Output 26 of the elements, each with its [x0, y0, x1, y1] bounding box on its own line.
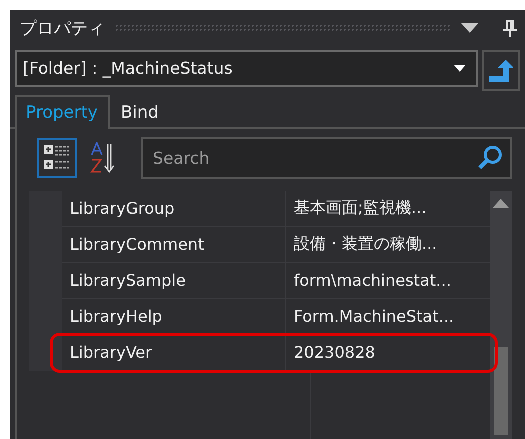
up-button[interactable] [482, 50, 520, 91]
object-dropdown[interactable]: [Folder] : _MachineStatus [15, 50, 478, 87]
property-value[interactable]: 基本画面;監視機... [286, 191, 427, 226]
search-field[interactable]: Search [141, 137, 512, 179]
property-name: LibraryHelp [62, 299, 286, 334]
tab[interactable]: Bind [110, 95, 171, 129]
dropdown-icon[interactable] [461, 23, 479, 33]
property-name: LibrarySample [62, 263, 286, 298]
property-value[interactable]: 20230828 [286, 335, 376, 370]
property-name: LibraryVer [62, 335, 286, 370]
caret-icon [454, 65, 466, 72]
scrollbar[interactable] [490, 191, 512, 439]
categorized-button[interactable] [37, 138, 77, 178]
search-icon [478, 145, 504, 171]
property-value[interactable]: 設備・装置の稼働... [286, 227, 438, 262]
tab[interactable]: Property [15, 95, 110, 129]
property-value[interactable]: form\machinestat... [286, 263, 452, 298]
property-value[interactable]: Form.MachineStat... [286, 299, 454, 334]
panel-title: プロパティ [20, 18, 105, 40]
scroll-thumb[interactable] [494, 347, 508, 435]
pin-icon[interactable] [503, 19, 517, 37]
scroll-up-icon[interactable] [493, 199, 509, 208]
arrow-up-icon [489, 60, 513, 82]
sort-az-icon [90, 142, 116, 174]
property-name: LibraryComment [62, 227, 286, 262]
property-name: LibraryGroup [62, 191, 286, 226]
